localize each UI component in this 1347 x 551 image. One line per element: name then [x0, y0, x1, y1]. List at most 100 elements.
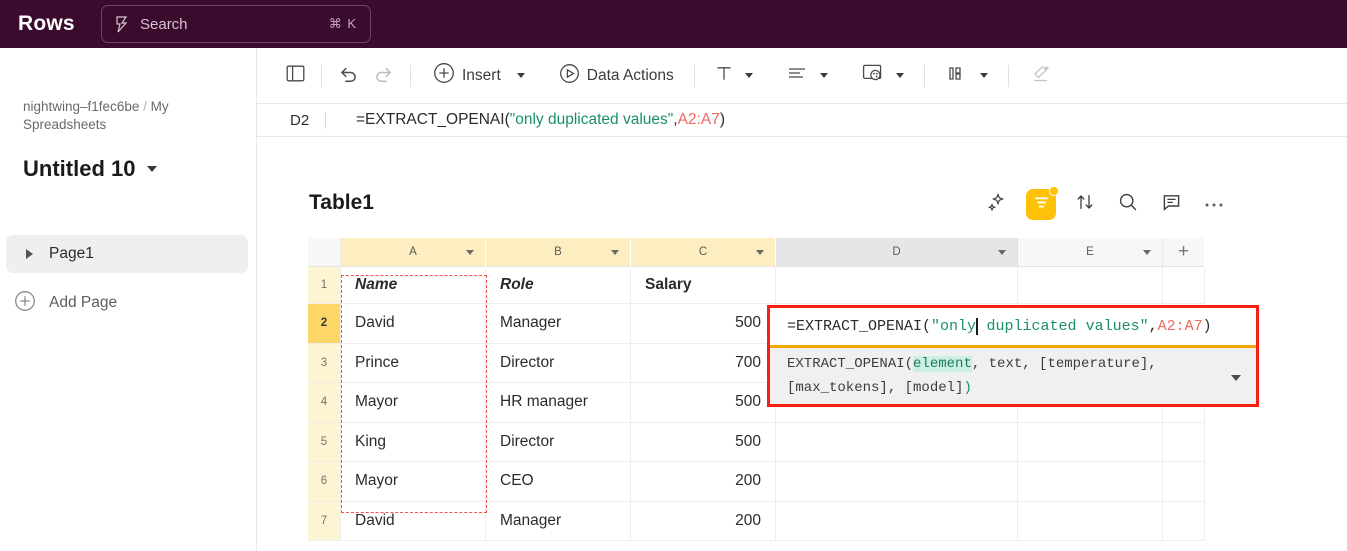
page-title[interactable]: Untitled 10: [23, 156, 135, 182]
chevron-down-icon[interactable]: [466, 250, 474, 255]
fill-color-button[interactable]: [855, 59, 911, 93]
cell-e1[interactable]: [1018, 267, 1163, 304]
editor-suffix: ): [1202, 318, 1212, 335]
cell-b2[interactable]: Manager: [486, 304, 631, 344]
grid-corner[interactable]: [308, 238, 341, 267]
cell-c3[interactable]: 700: [631, 343, 776, 383]
comment-button[interactable]: [1157, 191, 1185, 219]
filter-button[interactable]: [1026, 186, 1059, 220]
cell-d1[interactable]: [776, 267, 1018, 304]
cell-b1[interactable]: Role: [486, 267, 631, 304]
cell-b7[interactable]: Manager: [486, 501, 631, 541]
chevron-down-icon[interactable]: [756, 250, 764, 255]
cell-b5[interactable]: Director: [486, 422, 631, 462]
hint-function-name: EXTRACT_OPENAI(: [787, 356, 914, 372]
formula-string-arg: "only duplicated values": [509, 111, 674, 128]
cell-c1[interactable]: Salary: [631, 267, 776, 304]
row-header[interactable]: 4: [308, 383, 341, 423]
clear-format-button[interactable]: [1024, 59, 1059, 93]
chevron-down-icon[interactable]: [516, 73, 525, 78]
chevron-down-icon[interactable]: [1231, 375, 1241, 381]
global-search[interactable]: Search ⌘ K: [101, 5, 371, 43]
column-header-d[interactable]: D: [776, 238, 1018, 267]
document-title-row[interactable]: Untitled 10: [23, 156, 158, 182]
number-format-icon: [947, 64, 967, 88]
sidebar-panel-icon: [286, 64, 305, 88]
align-button[interactable]: [780, 59, 835, 93]
sort-icon: [1075, 192, 1095, 217]
cell-d5[interactable]: [776, 422, 1018, 462]
search-table-button[interactable]: [1114, 191, 1142, 219]
table-row: 1 Name Role Salary: [308, 267, 1206, 304]
cell-formula-input[interactable]: =EXTRACT_OPENAI("only duplicated values"…: [770, 308, 1256, 348]
ai-magic-button[interactable]: [983, 191, 1011, 219]
formula-bar-divider: [325, 111, 326, 129]
cell-b4[interactable]: HR manager: [486, 383, 631, 423]
add-page-button[interactable]: Add Page: [14, 288, 117, 318]
column-header-row: A B C D E +: [308, 238, 1206, 267]
editor-comma: ,: [1148, 318, 1158, 335]
cell-c6[interactable]: 200: [631, 462, 776, 502]
data-actions-button[interactable]: Data Actions: [552, 59, 681, 93]
cell-e7[interactable]: [1018, 501, 1163, 541]
column-header-c[interactable]: C: [631, 238, 776, 267]
cell-a5[interactable]: King: [341, 422, 486, 462]
panel-toggle-button[interactable]: [279, 59, 312, 93]
insert-button[interactable]: Insert: [426, 59, 532, 93]
column-letter: D: [892, 246, 901, 258]
row-header[interactable]: 3: [308, 343, 341, 383]
add-column-button[interactable]: +: [1163, 238, 1204, 267]
lightning-search-icon: [114, 15, 129, 33]
cell-e5[interactable]: [1018, 422, 1163, 462]
chevron-down-icon[interactable]: [819, 73, 828, 78]
number-format-button[interactable]: [940, 59, 995, 93]
cell-a4[interactable]: Mayor: [341, 383, 486, 423]
chevron-down-icon[interactable]: [611, 250, 619, 255]
cell-d6[interactable]: [776, 462, 1018, 502]
row-header[interactable]: 2: [308, 304, 341, 344]
cell-a6[interactable]: Mayor: [341, 462, 486, 502]
breadcrumb[interactable]: nightwing–f1fec6be / My Spreadsheets: [23, 98, 223, 134]
app-logo[interactable]: Rows: [18, 12, 75, 36]
cell-c2[interactable]: 500: [631, 304, 776, 344]
cell-d7[interactable]: [776, 501, 1018, 541]
cell-c7[interactable]: 200: [631, 501, 776, 541]
column-header-b[interactable]: B: [486, 238, 631, 267]
column-header-a[interactable]: A: [341, 238, 486, 267]
undo-button[interactable]: [331, 59, 366, 93]
cell-c5[interactable]: 500: [631, 422, 776, 462]
cell-c4[interactable]: 500: [631, 383, 776, 423]
row-header[interactable]: 6: [308, 462, 341, 502]
align-icon: [787, 65, 807, 87]
formula-input[interactable]: =EXTRACT_OPENAI("only duplicated values"…: [356, 111, 725, 129]
text-format-button[interactable]: [708, 59, 760, 93]
sort-button[interactable]: [1071, 191, 1099, 219]
hint-active-parameter: element: [913, 356, 972, 372]
cell-a2[interactable]: David: [341, 304, 486, 344]
cell-b6[interactable]: CEO: [486, 462, 631, 502]
chevron-down-icon[interactable]: [744, 73, 753, 78]
chevron-down-icon[interactable]: [979, 73, 988, 78]
breadcrumb-workspace[interactable]: nightwing–f1fec6be: [23, 99, 139, 114]
cell-b3[interactable]: Director: [486, 343, 631, 383]
chevron-right-icon[interactable]: [26, 249, 33, 259]
cell-a1[interactable]: Name: [341, 267, 486, 304]
column-header-e[interactable]: E: [1018, 238, 1163, 267]
chevron-down-icon[interactable]: [998, 250, 1006, 255]
plus-circle-icon: [433, 62, 455, 89]
chevron-down-icon[interactable]: [895, 73, 904, 78]
row-header[interactable]: 5: [308, 422, 341, 462]
row-header[interactable]: 1: [308, 267, 341, 304]
more-options-button[interactable]: [1200, 191, 1228, 219]
cell-a3[interactable]: Prince: [341, 343, 486, 383]
toolbar-divider-1: [321, 64, 322, 87]
row-header[interactable]: 7: [308, 501, 341, 541]
cell-e6[interactable]: [1018, 462, 1163, 502]
redo-button[interactable]: [366, 59, 401, 93]
table-title[interactable]: Table1: [309, 191, 374, 215]
sidebar-item-page1[interactable]: Page1: [6, 235, 248, 273]
chevron-down-icon[interactable]: [1143, 250, 1151, 255]
cell-reference[interactable]: D2: [257, 112, 325, 129]
chevron-down-icon[interactable]: [147, 166, 158, 172]
cell-a7[interactable]: David: [341, 501, 486, 541]
